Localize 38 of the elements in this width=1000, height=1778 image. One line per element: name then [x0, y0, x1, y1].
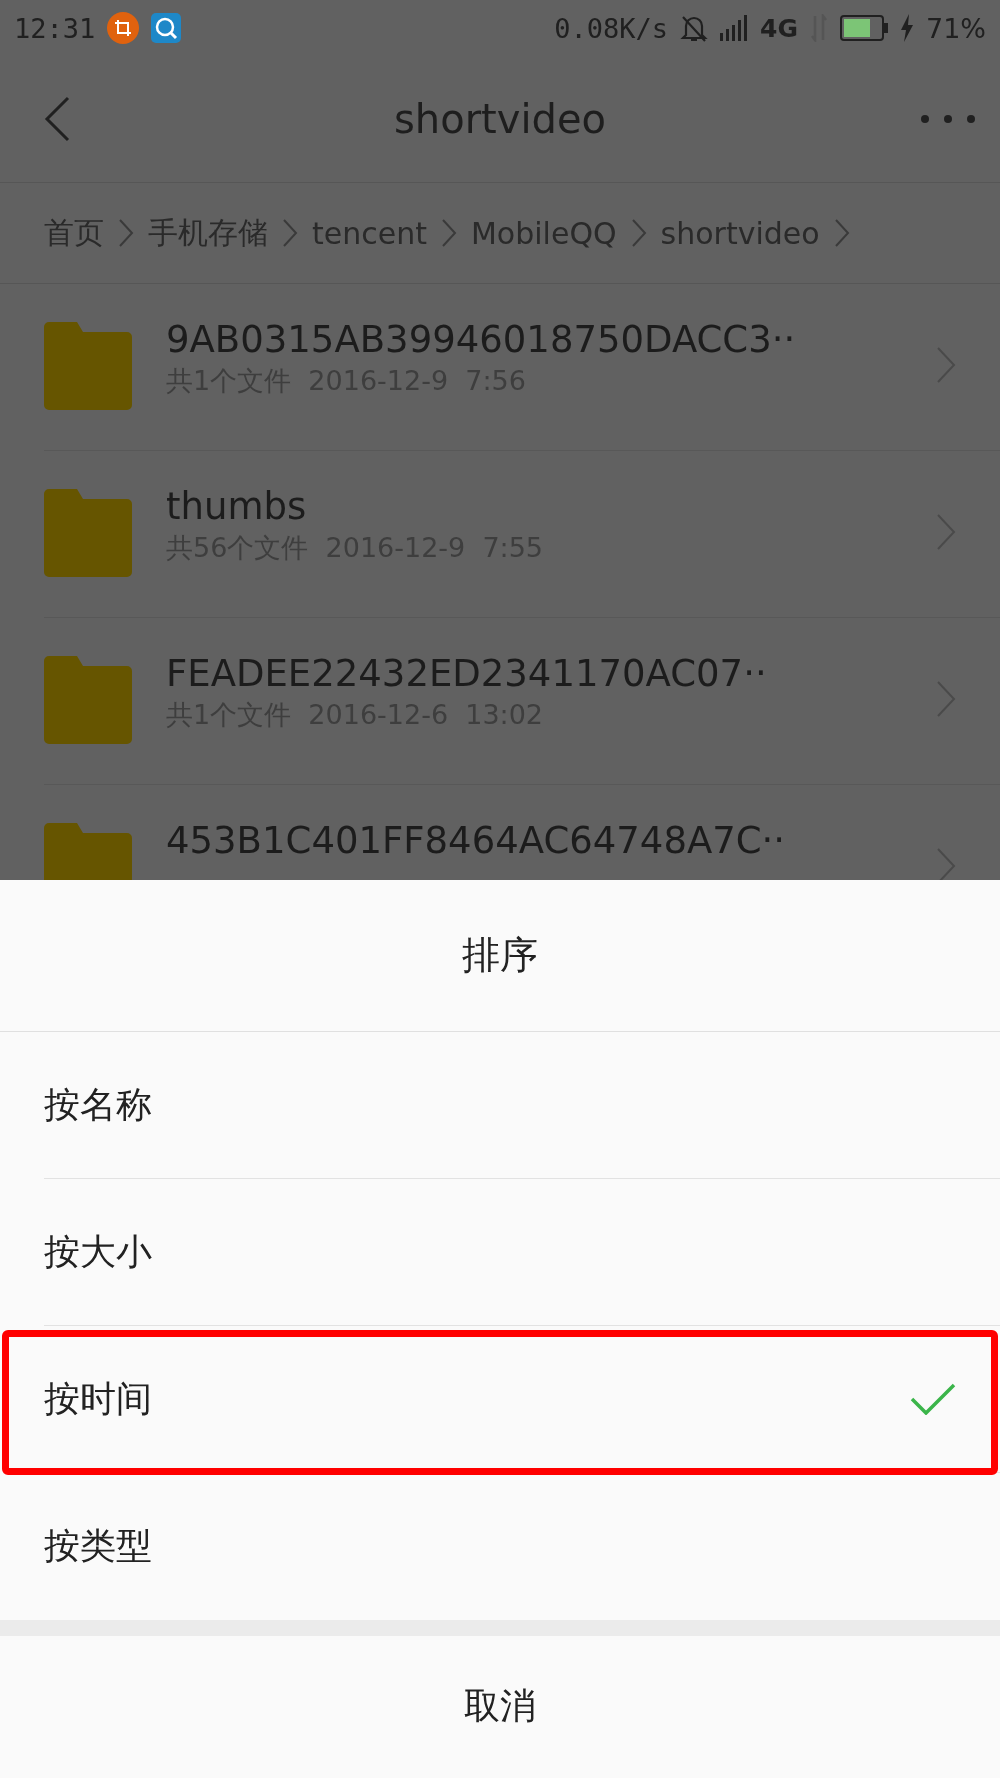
chevron-right-icon: [440, 218, 457, 248]
breadcrumb-link[interactable]: 首页: [44, 212, 104, 254]
sort-option[interactable]: 按时间: [44, 1326, 1000, 1473]
chevron-right-icon: [936, 346, 956, 384]
search-app-icon: [151, 13, 182, 43]
folder-icon: [44, 489, 132, 577]
sort-option[interactable]: 按类型: [44, 1473, 1000, 1620]
chevron-right-icon: [936, 680, 956, 718]
chevron-right-icon: [833, 218, 850, 248]
breadcrumb-link[interactable]: tencent: [312, 215, 427, 251]
signal-icon: [720, 15, 749, 41]
sort-option[interactable]: 按名称: [44, 1032, 1000, 1179]
charging-icon: [900, 14, 914, 42]
folder-icon: [44, 656, 132, 744]
network-speed: 0.08K/s: [554, 12, 669, 44]
breadcrumb-link[interactable]: 手机存储: [148, 212, 268, 254]
screen-title: shortvideo: [393, 96, 607, 142]
clock: 12:31: [14, 12, 96, 44]
folder-name: FEADEE22432ED2341170AC07··: [166, 652, 768, 695]
breadcrumb-link[interactable]: MobileQQ: [470, 215, 617, 251]
crop-app-icon: [107, 12, 140, 44]
chevron-right-icon: [118, 218, 134, 248]
battery-icon: [840, 15, 888, 41]
folder-icon: [44, 823, 132, 880]
chevron-right-icon: [630, 218, 647, 248]
checkmark-icon: [910, 1383, 956, 1415]
sort-option[interactable]: 按大小: [44, 1179, 1000, 1326]
chevron-right-icon: [282, 218, 298, 248]
battery-percent: 71%: [926, 12, 986, 44]
folder-name: thumbs: [166, 485, 308, 528]
folder-icon: [44, 322, 132, 410]
folder-name: 453B1C401FF8464AC64748A7C··: [166, 819, 787, 862]
back-icon[interactable]: [44, 96, 70, 142]
folder-name: 9AB0315AB39946018750DACC3··: [166, 318, 797, 361]
network-type: 4G: [760, 13, 798, 43]
chevron-right-icon: [936, 513, 956, 551]
more-icon[interactable]: [920, 114, 976, 124]
breadcrumb-link[interactable]: shortvideo: [660, 215, 820, 251]
